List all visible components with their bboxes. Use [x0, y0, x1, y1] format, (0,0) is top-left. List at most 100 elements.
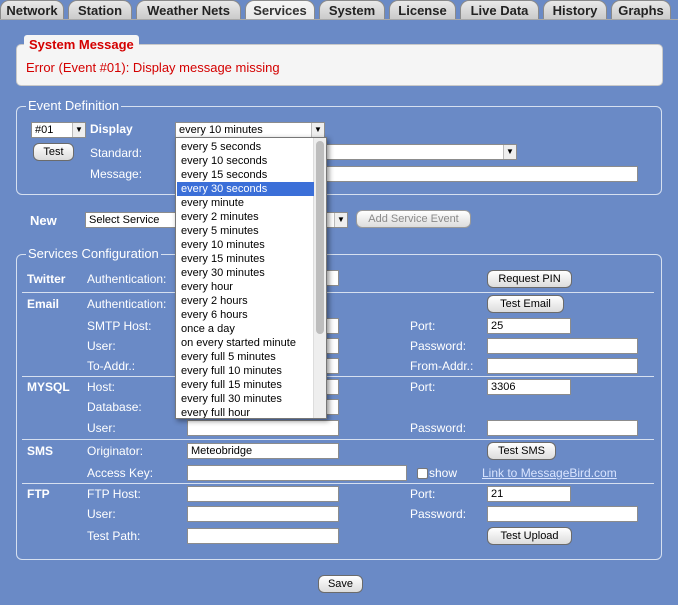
- request-pin-button[interactable]: Request PIN: [487, 270, 572, 288]
- tab-graphs[interactable]: Graphs: [611, 0, 671, 20]
- tab-services[interactable]: Services: [245, 0, 315, 20]
- dropdown-option[interactable]: every minute: [177, 196, 314, 210]
- section-divider: [22, 376, 654, 377]
- display-label: Display: [90, 122, 133, 136]
- database-label: Database:: [87, 400, 142, 414]
- event-number-select[interactable]: #01 ▼: [31, 122, 86, 138]
- interval-value: every 10 minutes: [179, 124, 263, 136]
- ftp-user-label: User:: [87, 507, 116, 521]
- email-auth-label: Authentication:: [87, 297, 167, 311]
- access-key-input[interactable]: [187, 465, 407, 481]
- mysql-title: MYSQL: [27, 380, 70, 394]
- originator-label: Originator:: [87, 444, 144, 458]
- email-title: Email: [27, 297, 60, 311]
- mysql-port-label: Port:: [410, 380, 436, 394]
- chevron-down-icon: ▼: [72, 123, 85, 137]
- event-definition-legend: Event Definition: [26, 98, 122, 113]
- ftp-host-input[interactable]: [187, 486, 339, 502]
- ftp-host-label: FTP Host:: [87, 487, 141, 501]
- to-addr-label: To-Addr.:: [87, 359, 136, 373]
- dropdown-option[interactable]: every 30 minutes: [177, 266, 314, 280]
- dropdown-option[interactable]: every full 30 minutes: [177, 392, 314, 406]
- tab-station[interactable]: Station: [68, 0, 132, 20]
- dropdown-option[interactable]: every 30 seconds: [177, 182, 314, 196]
- email-port-label: Port:: [410, 319, 436, 333]
- email-password-input[interactable]: [487, 338, 638, 354]
- dropdown-option[interactable]: every 10 seconds: [177, 154, 314, 168]
- from-addr-input[interactable]: [487, 358, 638, 374]
- ftp-user-input[interactable]: [187, 506, 339, 522]
- dropdown-scrollbar[interactable]: [313, 138, 326, 418]
- chevron-down-icon: ▼: [334, 213, 347, 227]
- save-button[interactable]: Save: [318, 575, 363, 593]
- tab-live-data[interactable]: Live Data: [460, 0, 539, 20]
- ftp-port-label: Port:: [410, 487, 436, 501]
- section-divider: [22, 439, 654, 440]
- email-port-input[interactable]: 25: [487, 318, 571, 334]
- show-checkbox[interactable]: [417, 468, 428, 479]
- tab-divider: [0, 19, 678, 20]
- tab-network[interactable]: Network: [0, 0, 64, 20]
- twitter-title: Twitter: [27, 272, 66, 286]
- test-path-input[interactable]: [187, 528, 339, 544]
- ftp-password-label: Password:: [410, 507, 467, 521]
- tab-history[interactable]: History: [543, 0, 607, 20]
- dropdown-scrollbar-thumb[interactable]: [316, 141, 324, 334]
- dropdown-option[interactable]: every 10 minutes: [177, 238, 314, 252]
- dropdown-option[interactable]: on every started minute: [177, 336, 314, 350]
- interval-select[interactable]: every 10 minutes ▼: [175, 122, 325, 138]
- test-button[interactable]: Test: [33, 143, 74, 161]
- test-path-label: Test Path:: [87, 529, 141, 543]
- tab-weather-nets[interactable]: Weather Nets: [136, 0, 241, 20]
- mysql-port-input[interactable]: 3306: [487, 379, 571, 395]
- test-sms-button[interactable]: Test SMS: [487, 442, 556, 460]
- ftp-title: FTP: [27, 487, 50, 501]
- dropdown-option[interactable]: every full 10 minutes: [177, 364, 314, 378]
- dropdown-option[interactable]: every 6 hours: [177, 308, 314, 322]
- dropdown-option[interactable]: every 2 hours: [177, 294, 314, 308]
- interval-dropdown-list[interactable]: every 5 seconds every 10 seconds every 15 …: [175, 137, 327, 419]
- event-number-value: #01: [35, 124, 54, 136]
- ftp-password-input[interactable]: [487, 506, 638, 522]
- standard-select[interactable]: ▼: [310, 144, 517, 160]
- dropdown-option[interactable]: every full hour: [177, 406, 314, 418]
- mysql-password-label: Password:: [410, 421, 467, 435]
- service-select-value: Select Service: [89, 214, 160, 226]
- email-user-label: User:: [87, 339, 116, 353]
- access-key-label: Access Key:: [87, 466, 154, 480]
- tab-license[interactable]: License: [389, 0, 456, 20]
- dropdown-option[interactable]: every 2 minutes: [177, 210, 314, 224]
- system-message-text: Error (Event #01): Display message missi…: [26, 60, 280, 75]
- dropdown-option[interactable]: every 15 seconds: [177, 168, 314, 182]
- from-addr-label: From-Addr.:: [410, 359, 474, 373]
- chevron-down-icon: ▼: [503, 145, 516, 159]
- mysql-host-label: Host:: [87, 380, 116, 394]
- test-email-button[interactable]: Test Email: [487, 295, 564, 313]
- dropdown-option[interactable]: every hour: [177, 280, 314, 294]
- dropdown-option[interactable]: every full 15 minutes: [177, 378, 314, 392]
- dropdown-option[interactable]: every 5 seconds: [177, 140, 314, 154]
- mysql-user-input[interactable]: [187, 420, 339, 436]
- system-message-title: System Message: [24, 35, 139, 54]
- test-upload-button[interactable]: Test Upload: [487, 527, 572, 545]
- mysql-user-label: User:: [87, 421, 116, 435]
- new-label: New: [30, 213, 57, 228]
- dropdown-option[interactable]: once a day: [177, 322, 314, 336]
- tab-system[interactable]: System: [319, 0, 385, 20]
- sms-title: SMS: [27, 444, 54, 458]
- dropdown-option[interactable]: every full 5 minutes: [177, 350, 314, 364]
- dropdown-option[interactable]: every 15 minutes: [177, 252, 314, 266]
- originator-input[interactable]: Meteobridge: [187, 443, 339, 459]
- standard-label: Standard:: [90, 146, 143, 160]
- dropdown-option[interactable]: every 5 minutes: [177, 224, 314, 238]
- messagebird-link[interactable]: Link to MessageBird.com: [482, 466, 617, 480]
- smtp-host-label: SMTP Host:: [87, 319, 152, 333]
- section-divider: [22, 292, 654, 293]
- message-input[interactable]: [310, 166, 638, 182]
- twitter-auth-label: Authentication:: [87, 272, 167, 286]
- section-divider: [22, 483, 654, 484]
- ftp-port-input[interactable]: 21: [487, 486, 571, 502]
- message-label: Message:: [90, 167, 143, 181]
- mysql-password-input[interactable]: [487, 420, 638, 436]
- add-service-event-button[interactable]: Add Service Event: [356, 210, 471, 228]
